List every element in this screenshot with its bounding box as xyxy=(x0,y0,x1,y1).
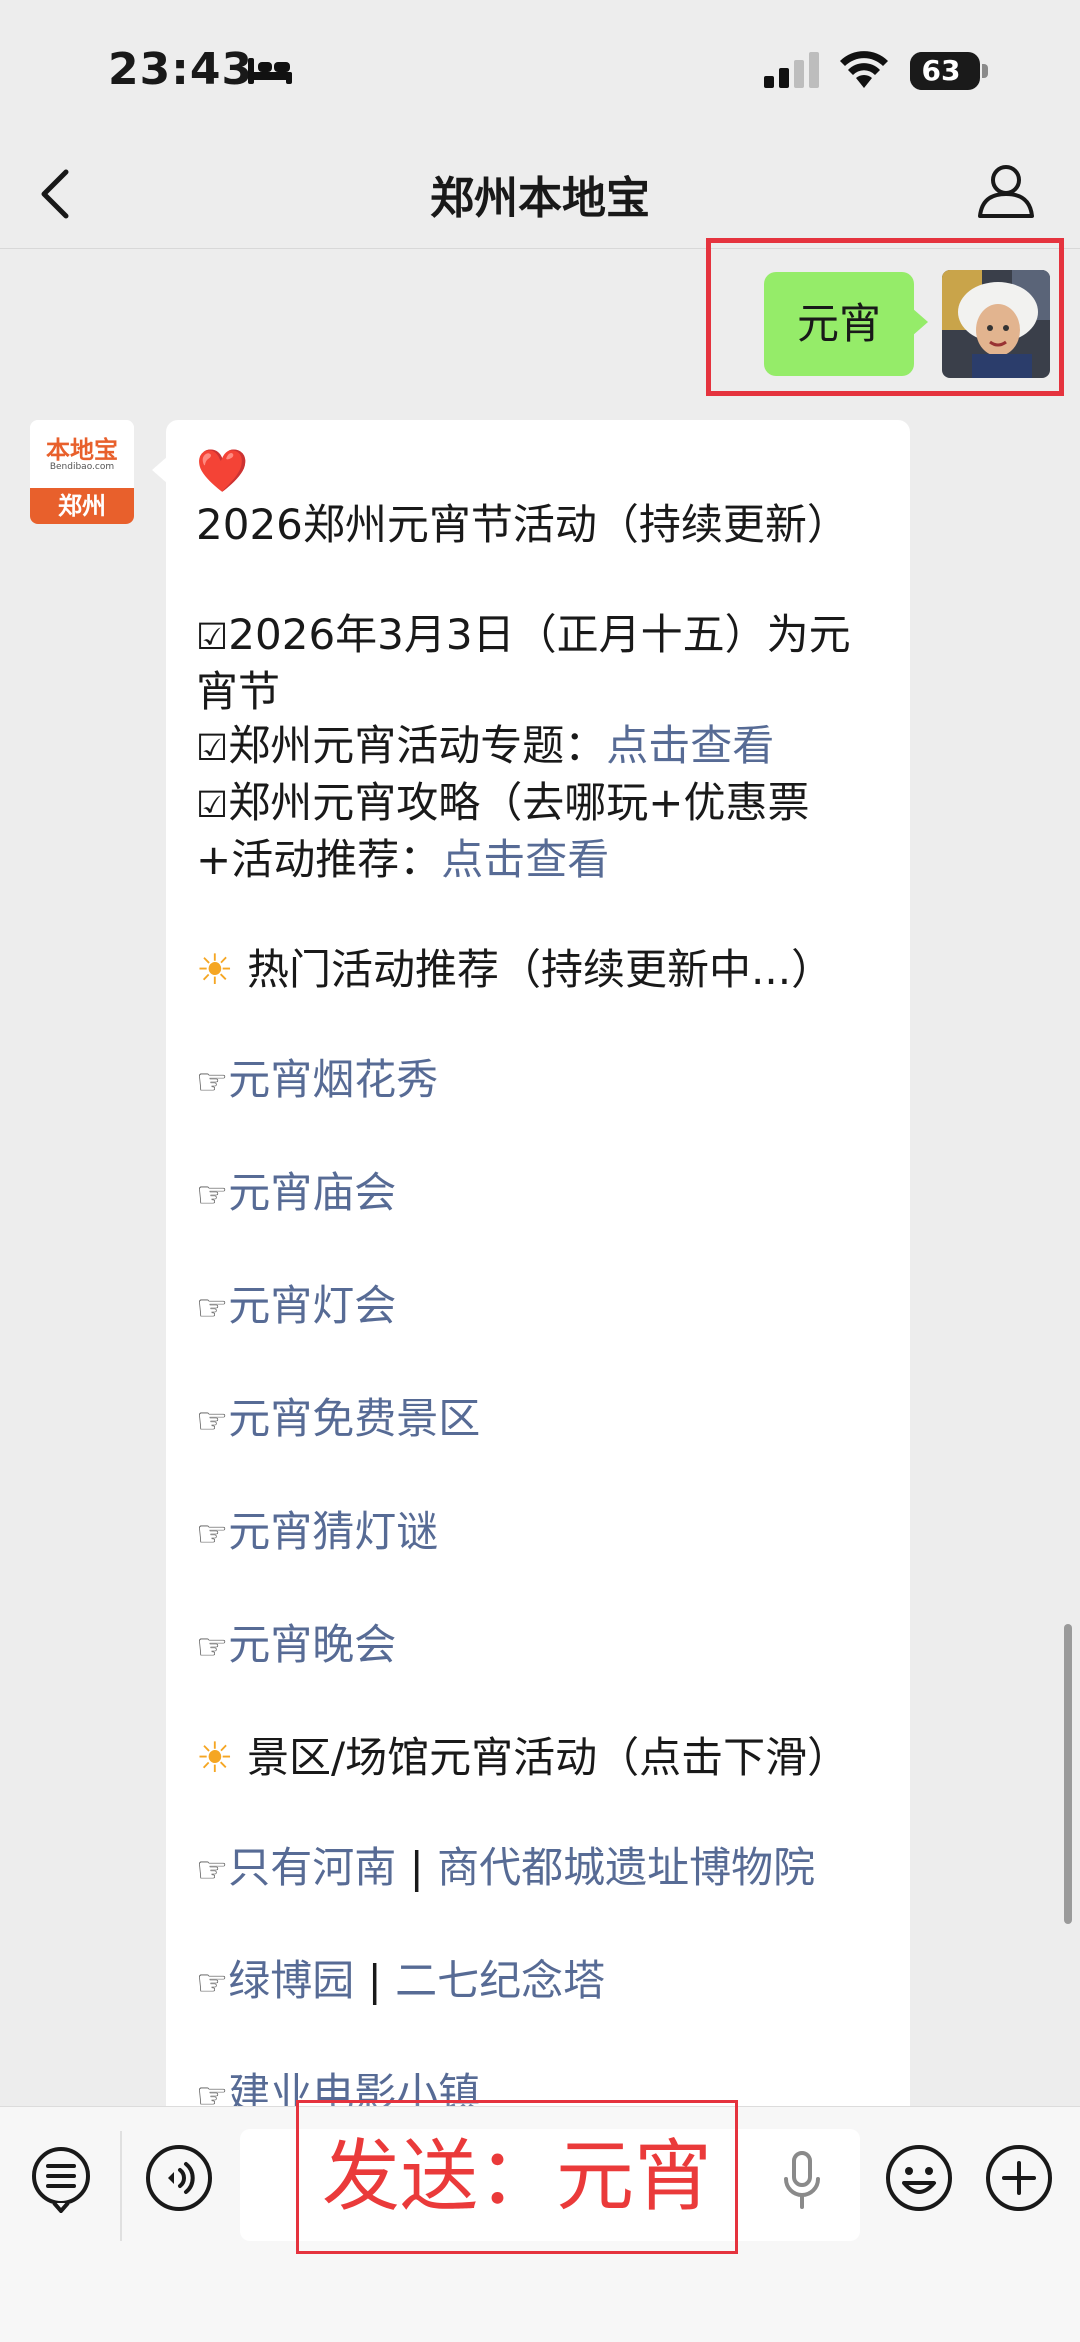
pointing-hand-icon: ☞ xyxy=(196,1175,229,1216)
microphone-icon[interactable] xyxy=(782,2149,822,2213)
section-venue-heading: ☀ 景区/场馆元宵活动（点击下滑） xyxy=(196,1731,886,1785)
logo-text: 本地宝 xyxy=(46,436,118,464)
section-hot-heading: ☀ 热门活动推荐（持续更新中...） xyxy=(196,943,886,997)
date-text: 2026年3月3日（正月十五）为元宵节 xyxy=(196,610,851,716)
logo-city: 郑州 xyxy=(30,488,134,524)
menu-list-icon[interactable] xyxy=(26,2143,96,2213)
pointing-hand-icon: ☞ xyxy=(196,1514,229,1555)
topic-line: ☑郑州元宵活动专题：点击查看 xyxy=(196,719,886,776)
bendibao-avatar[interactable]: 本地宝 Bendibao.com 郑州 xyxy=(30,420,134,524)
pointing-hand-icon: ☞ xyxy=(196,1850,229,1891)
venue-link-only-henan[interactable]: 只有河南 xyxy=(228,1843,396,1892)
pointing-hand-icon: ☞ xyxy=(196,1963,229,2004)
user-avatar-image xyxy=(942,270,1050,378)
checkbox-icon: ☑ xyxy=(196,785,229,826)
sun-icon: ☀ xyxy=(196,1733,234,1782)
wifi-icon xyxy=(840,51,888,88)
toolbar-divider xyxy=(120,2131,122,2241)
send-instruction-overlay: 发送：元宵 xyxy=(296,2100,738,2254)
logo-domain: Bendibao.com xyxy=(49,462,115,472)
list-item: ☞元宵烟花秀 xyxy=(196,1053,886,1110)
list-item: ☞元宵免费景区 xyxy=(196,1392,886,1449)
date-line: ☑2026年3月3日（正月十五）为元宵节 xyxy=(196,608,886,719)
sun-icon: ☀ xyxy=(196,945,234,994)
checkbox-icon: ☑ xyxy=(196,728,229,769)
hot-link-fireworks[interactable]: 元宵烟花秀 xyxy=(228,1055,438,1104)
chat-title: 郑州本地宝 xyxy=(430,173,650,224)
pointing-hand-icon: ☞ xyxy=(196,1288,229,1329)
message-body: ❤️2026郑州元宵节活动（持续更新） ☑2026年3月3日（正月十五）为元宵节… xyxy=(196,444,886,2124)
guide-link[interactable]: 点击查看 xyxy=(441,835,609,884)
logo-top: 本地宝 Bendibao.com xyxy=(30,420,134,488)
status-bar: 23:43 63 xyxy=(0,0,1080,140)
list-item: ☞元宵庙会 xyxy=(196,1166,886,1223)
sleep-focus-icon xyxy=(248,58,292,84)
hot-link-riddles[interactable]: 元宵猜灯谜 xyxy=(228,1507,438,1556)
venue-link-erqi-tower[interactable]: 二七纪念塔 xyxy=(395,1956,605,2005)
topic-text: 郑州元宵活动专题： xyxy=(228,721,607,770)
hot-link-lantern-show[interactable]: 元宵灯会 xyxy=(228,1281,396,1330)
guide-line: ☑郑州元宵攻略（去哪玩+优惠票+活动推荐：点击查看 xyxy=(196,776,886,887)
nav-bar: 郑州本地宝 xyxy=(0,140,1080,249)
venue-separator: | xyxy=(396,1843,438,1892)
message-title: 2026郑州元宵节活动（持续更新） xyxy=(196,500,849,549)
status-time: 23:43 xyxy=(108,44,254,95)
hot-link-temple-fair[interactable]: 元宵庙会 xyxy=(228,1168,396,1217)
checkbox-icon: ☑ xyxy=(196,617,229,658)
battery-percent: 63 xyxy=(921,54,961,87)
list-item: ☞绿博园 | 二七纪念塔 xyxy=(196,1954,886,2011)
scrollbar[interactable] xyxy=(1064,1624,1072,1924)
pointing-hand-icon: ☞ xyxy=(196,1062,229,1103)
list-item: ☞元宵晚会 xyxy=(196,1618,886,1675)
user-avatar[interactable] xyxy=(942,270,1050,378)
pointing-hand-icon: ☞ xyxy=(196,1401,229,1442)
hot-link-gala[interactable]: 元宵晚会 xyxy=(228,1620,396,1669)
list-item: ☞元宵猜灯谜 xyxy=(196,1505,886,1562)
list-item: ☞只有河南 | 商代都城遗址博物院 xyxy=(196,1841,886,1898)
topic-link[interactable]: 点击查看 xyxy=(606,721,774,770)
pointing-hand-icon: ☞ xyxy=(196,1627,229,1668)
sent-message-bubble[interactable]: 元宵 xyxy=(764,272,928,376)
more-plus-icon[interactable] xyxy=(984,2143,1054,2213)
cellular-signal-icon xyxy=(764,52,819,88)
message-title-line: ❤️ 2026郑州元宵节活动（持续更新） xyxy=(196,444,886,552)
emoji-icon[interactable] xyxy=(884,2143,954,2213)
voice-mode-icon[interactable] xyxy=(144,2143,214,2213)
hot-link-free-scenic[interactable]: 元宵免费景区 xyxy=(228,1394,480,1443)
battery-indicator: 63 xyxy=(910,52,980,90)
received-message-bubble: ❤️2026郑州元宵节活动（持续更新） ☑2026年3月3日（正月十五）为元宵节… xyxy=(152,420,910,2120)
profile-icon[interactable] xyxy=(976,160,1036,220)
list-item: ☞元宵灯会 xyxy=(196,1279,886,1336)
section-hot-text: 热门活动推荐（持续更新中...） xyxy=(247,945,834,994)
venue-separator: | xyxy=(354,1956,396,2005)
section-venue-text: 景区/场馆元宵活动（点击下滑） xyxy=(247,1733,850,1782)
heart-icon: ❤️ xyxy=(196,446,249,495)
venue-link-shang-museum[interactable]: 商代都城遗址博物院 xyxy=(437,1843,815,1892)
venue-link-green-expo[interactable]: 绿博园 xyxy=(228,1956,354,2005)
battery-cap xyxy=(982,64,988,78)
